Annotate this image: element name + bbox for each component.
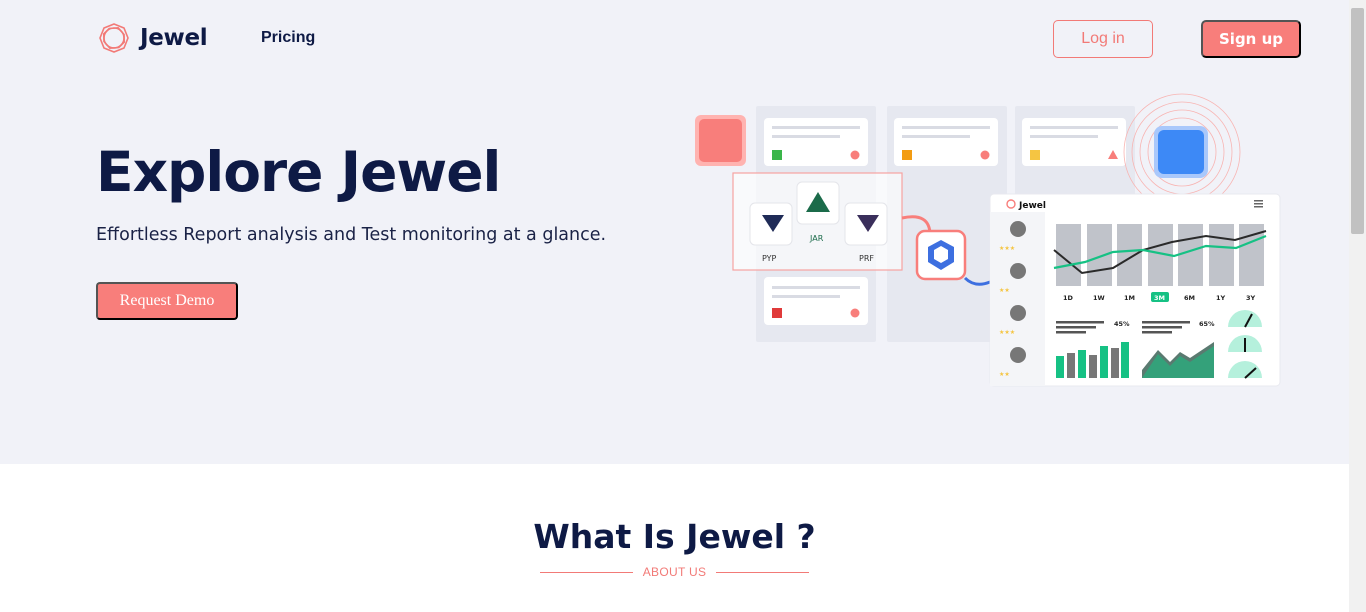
svg-text:PYP: PYP bbox=[762, 254, 777, 263]
signup-button[interactable]: Sign up bbox=[1201, 20, 1301, 58]
eyebrow-divider-left bbox=[540, 571, 633, 573]
scrollbar-thumb[interactable] bbox=[1351, 8, 1364, 234]
svg-text:★★★: ★★★ bbox=[999, 245, 1015, 252]
svg-text:1M: 1M bbox=[1124, 294, 1135, 302]
jewel-logo-icon bbox=[99, 23, 129, 53]
request-demo-button[interactable]: Request Demo bbox=[96, 282, 238, 320]
svg-text:1W: 1W bbox=[1093, 294, 1105, 302]
svg-text:★★: ★★ bbox=[999, 287, 1010, 294]
svg-text:65%: 65% bbox=[1199, 320, 1215, 328]
svg-text:1D: 1D bbox=[1063, 294, 1074, 302]
svg-text:3Y: 3Y bbox=[1246, 294, 1256, 302]
hero-subtitle: Effortless Report analysis and Test moni… bbox=[96, 225, 607, 245]
svg-text:★★★: ★★★ bbox=[999, 329, 1015, 336]
svg-text:45%: 45% bbox=[1114, 320, 1130, 328]
eyebrow-divider-right bbox=[716, 571, 809, 573]
brand-name: Jewel bbox=[140, 25, 208, 51]
svg-text:Jewel: Jewel bbox=[1018, 201, 1046, 211]
svg-text:1Y: 1Y bbox=[1216, 294, 1226, 302]
about-title: What Is Jewel ? bbox=[533, 517, 816, 556]
brand-logo[interactable]: Jewel bbox=[98, 22, 208, 54]
svg-text:JAR: JAR bbox=[809, 234, 824, 243]
nav-pricing-link[interactable]: Pricing bbox=[261, 29, 315, 47]
svg-text:★★: ★★ bbox=[999, 371, 1010, 378]
hero-illustration: PYP JAR PRF Jewel ★★★ ★★ ★★★ ★★ 1D 1W 1M… bbox=[695, 93, 1281, 387]
login-button[interactable]: Log in bbox=[1053, 20, 1153, 58]
about-eyebrow-label: ABOUT US bbox=[642, 565, 707, 579]
page-scrollbar[interactable] bbox=[1349, 0, 1366, 612]
svg-text:3M: 3M bbox=[1154, 294, 1165, 302]
about-eyebrow: ABOUT US bbox=[540, 565, 809, 579]
hero-title: Explore Jewel bbox=[96, 140, 501, 204]
svg-text:PRF: PRF bbox=[859, 254, 874, 263]
svg-text:6M: 6M bbox=[1184, 294, 1195, 302]
